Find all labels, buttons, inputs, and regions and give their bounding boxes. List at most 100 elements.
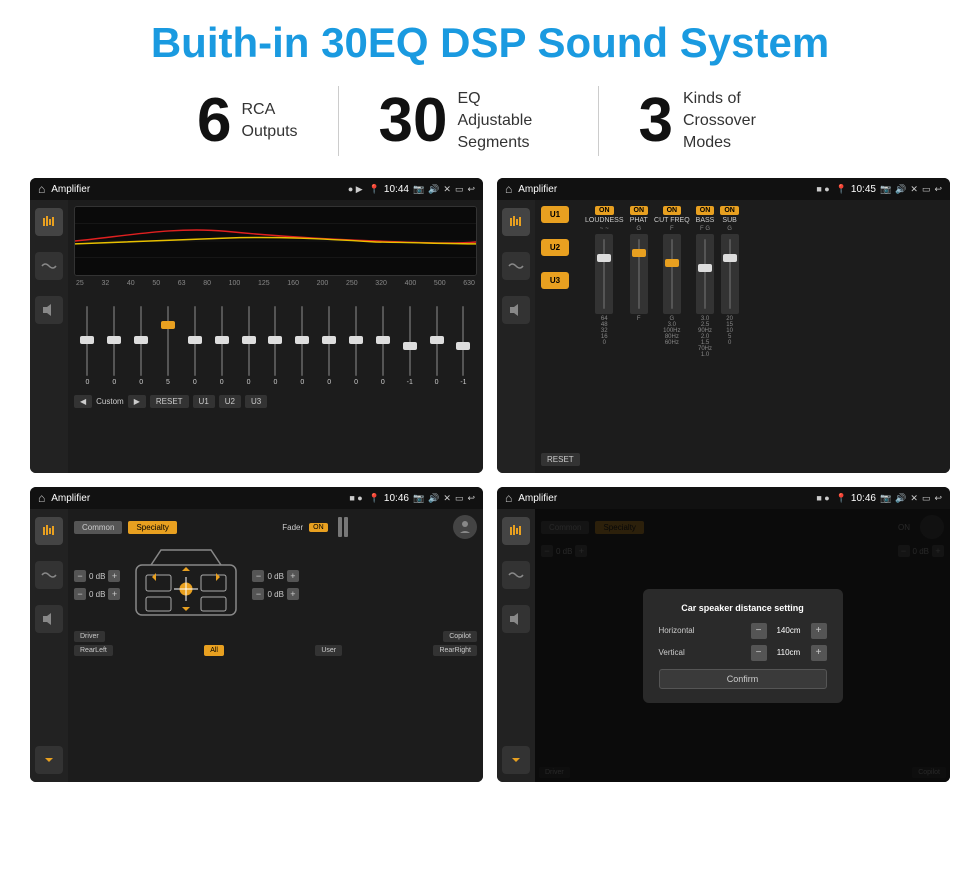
label-driver[interactable]: Driver: [74, 631, 105, 642]
eq-slider-1[interactable]: 0: [103, 301, 126, 391]
db-plus-tr[interactable]: +: [287, 570, 299, 582]
bass-on[interactable]: ON: [696, 206, 715, 215]
eq-bottom-bar: ◀ Custom ▶ RESET U1 U2 U3: [74, 395, 477, 408]
db-plus-bl[interactable]: +: [108, 588, 120, 600]
eq-slider-11[interactable]: 0: [371, 301, 394, 391]
bass-slider[interactable]: [696, 234, 714, 314]
fader-on-3[interactable]: ON: [309, 523, 328, 532]
eq-slider-8[interactable]: 0: [291, 301, 314, 391]
sidebar-wave2-icon[interactable]: [502, 252, 530, 280]
eq-u2-btn[interactable]: U2: [219, 395, 241, 408]
app-name-3: Amplifier: [51, 493, 343, 504]
eq-slider-7[interactable]: 0: [264, 301, 287, 391]
preset-u3[interactable]: U3: [541, 272, 569, 289]
dialog-horizontal-row: Horizontal − 140cm +: [659, 623, 827, 639]
sub-on[interactable]: ON: [720, 206, 739, 215]
eq-slider-6[interactable]: 0: [237, 301, 260, 391]
loudness-slider[interactable]: [595, 234, 613, 314]
eq-prev-btn[interactable]: ◀: [74, 395, 92, 408]
horizontal-minus[interactable]: −: [751, 623, 767, 639]
db-control-tr: − 0 dB +: [252, 570, 298, 582]
vertical-minus[interactable]: −: [751, 645, 767, 661]
eq-slider-4[interactable]: 0: [183, 301, 206, 391]
db-minus-tl[interactable]: −: [74, 570, 86, 582]
sidebar-wave3-icon[interactable]: [35, 561, 63, 589]
cutfreq-slider[interactable]: [663, 234, 681, 314]
screen-body-4: Common Specialty ON − 0 dB + −: [497, 509, 950, 782]
db-plus-br[interactable]: +: [287, 588, 299, 600]
label-rearleft[interactable]: RearLeft: [74, 645, 113, 656]
vol-icon-2: 🔊: [895, 184, 906, 195]
label-copilot[interactable]: Copilot: [443, 631, 477, 642]
sidebar-eq3-icon[interactable]: [35, 517, 63, 545]
preset-u2[interactable]: U2: [541, 239, 569, 256]
fader-main-content: Common Specialty Fader ON: [68, 509, 483, 782]
camera-icon-1: 📷: [413, 184, 424, 195]
eq-slider-9[interactable]: 0: [318, 301, 341, 391]
label-user[interactable]: User: [315, 645, 342, 656]
eq-slider-14[interactable]: -1: [452, 301, 475, 391]
eq-u3-btn[interactable]: U3: [245, 395, 267, 408]
phat-on[interactable]: ON: [630, 206, 649, 215]
screen-body-3: Common Specialty Fader ON: [30, 509, 483, 782]
window-icon-1: ▭: [455, 184, 464, 195]
sidebar-expand3-icon[interactable]: [35, 746, 63, 774]
sidebar-speaker2-icon[interactable]: [502, 296, 530, 324]
vertical-value: 110cm: [771, 648, 807, 657]
phat-name: PHAT: [630, 217, 648, 224]
label-all[interactable]: All: [204, 645, 224, 656]
eq-slider-12[interactable]: -1: [398, 301, 421, 391]
preset-u1[interactable]: U1: [541, 206, 569, 223]
back-icon-4: ↩: [934, 493, 942, 504]
profile-icon-3[interactable]: [453, 515, 477, 539]
window-icon-2: ▭: [922, 184, 931, 195]
fader-label-3: Fader: [282, 523, 303, 532]
eq-slider-0[interactable]: 0: [76, 301, 99, 391]
sidebar-4: [497, 509, 535, 782]
db-minus-bl[interactable]: −: [74, 588, 86, 600]
sidebar-wave-icon[interactable]: [35, 252, 63, 280]
sidebar-eq2-icon[interactable]: [502, 208, 530, 236]
phat-slider[interactable]: [630, 234, 648, 314]
stat-eq-desc: EQ Adjustable Segments: [458, 88, 558, 155]
stat-eq-number: 30: [379, 90, 448, 152]
amp-reset-btn[interactable]: RESET: [541, 453, 580, 466]
confirm-button[interactable]: Confirm: [659, 669, 827, 689]
sidebar-speaker4-icon[interactable]: [502, 605, 530, 633]
home-icon-2: ⌂: [505, 182, 512, 196]
sidebar-speaker-icon[interactable]: [35, 296, 63, 324]
sidebar-expand4-icon[interactable]: [502, 746, 530, 774]
eq-slider-10[interactable]: 0: [345, 301, 368, 391]
pin-icon-1: 📍: [369, 184, 380, 195]
speaker-layout: − 0 dB + − 0 dB +: [74, 545, 477, 625]
sidebar-eq4-icon[interactable]: [502, 517, 530, 545]
horizontal-plus[interactable]: +: [811, 623, 827, 639]
bottom-labels-3b: RearLeft All User RearRight: [74, 645, 477, 656]
eq-reset-btn[interactable]: RESET: [150, 395, 189, 408]
db-minus-tr[interactable]: −: [252, 570, 264, 582]
eq-play-btn[interactable]: ▶: [128, 395, 146, 408]
sidebar-wave4-icon[interactable]: [502, 561, 530, 589]
eq-slider-13[interactable]: 0: [425, 301, 448, 391]
db-plus-tl[interactable]: +: [108, 570, 120, 582]
left-speaker-controls: − 0 dB + − 0 dB +: [74, 570, 120, 600]
sub-slider[interactable]: [721, 234, 739, 314]
tab-specialty-3[interactable]: Specialty: [128, 521, 176, 534]
eq-slider-3[interactable]: 5: [157, 301, 180, 391]
vertical-plus[interactable]: +: [811, 645, 827, 661]
status-dots-4: ■ ●: [816, 493, 829, 503]
eq-slider-2[interactable]: 0: [130, 301, 153, 391]
db-minus-br[interactable]: −: [252, 588, 264, 600]
eq-u1-btn[interactable]: U1: [193, 395, 215, 408]
sidebar-speaker3-icon[interactable]: [35, 605, 63, 633]
back-icon-1: ↩: [467, 184, 475, 195]
cutfreq-on[interactable]: ON: [663, 206, 682, 215]
sidebar-eq-icon[interactable]: [35, 208, 63, 236]
screen-body-2: U1 U2 U3 ON LOUDNESS ~~: [497, 200, 950, 473]
eq-slider-5[interactable]: 0: [210, 301, 233, 391]
label-rearright[interactable]: RearRight: [433, 645, 477, 656]
tab-common-3[interactable]: Common: [74, 521, 122, 534]
loudness-on[interactable]: ON: [595, 206, 614, 215]
db-control-bl: − 0 dB +: [74, 588, 120, 600]
time-3: 10:46: [384, 493, 409, 504]
